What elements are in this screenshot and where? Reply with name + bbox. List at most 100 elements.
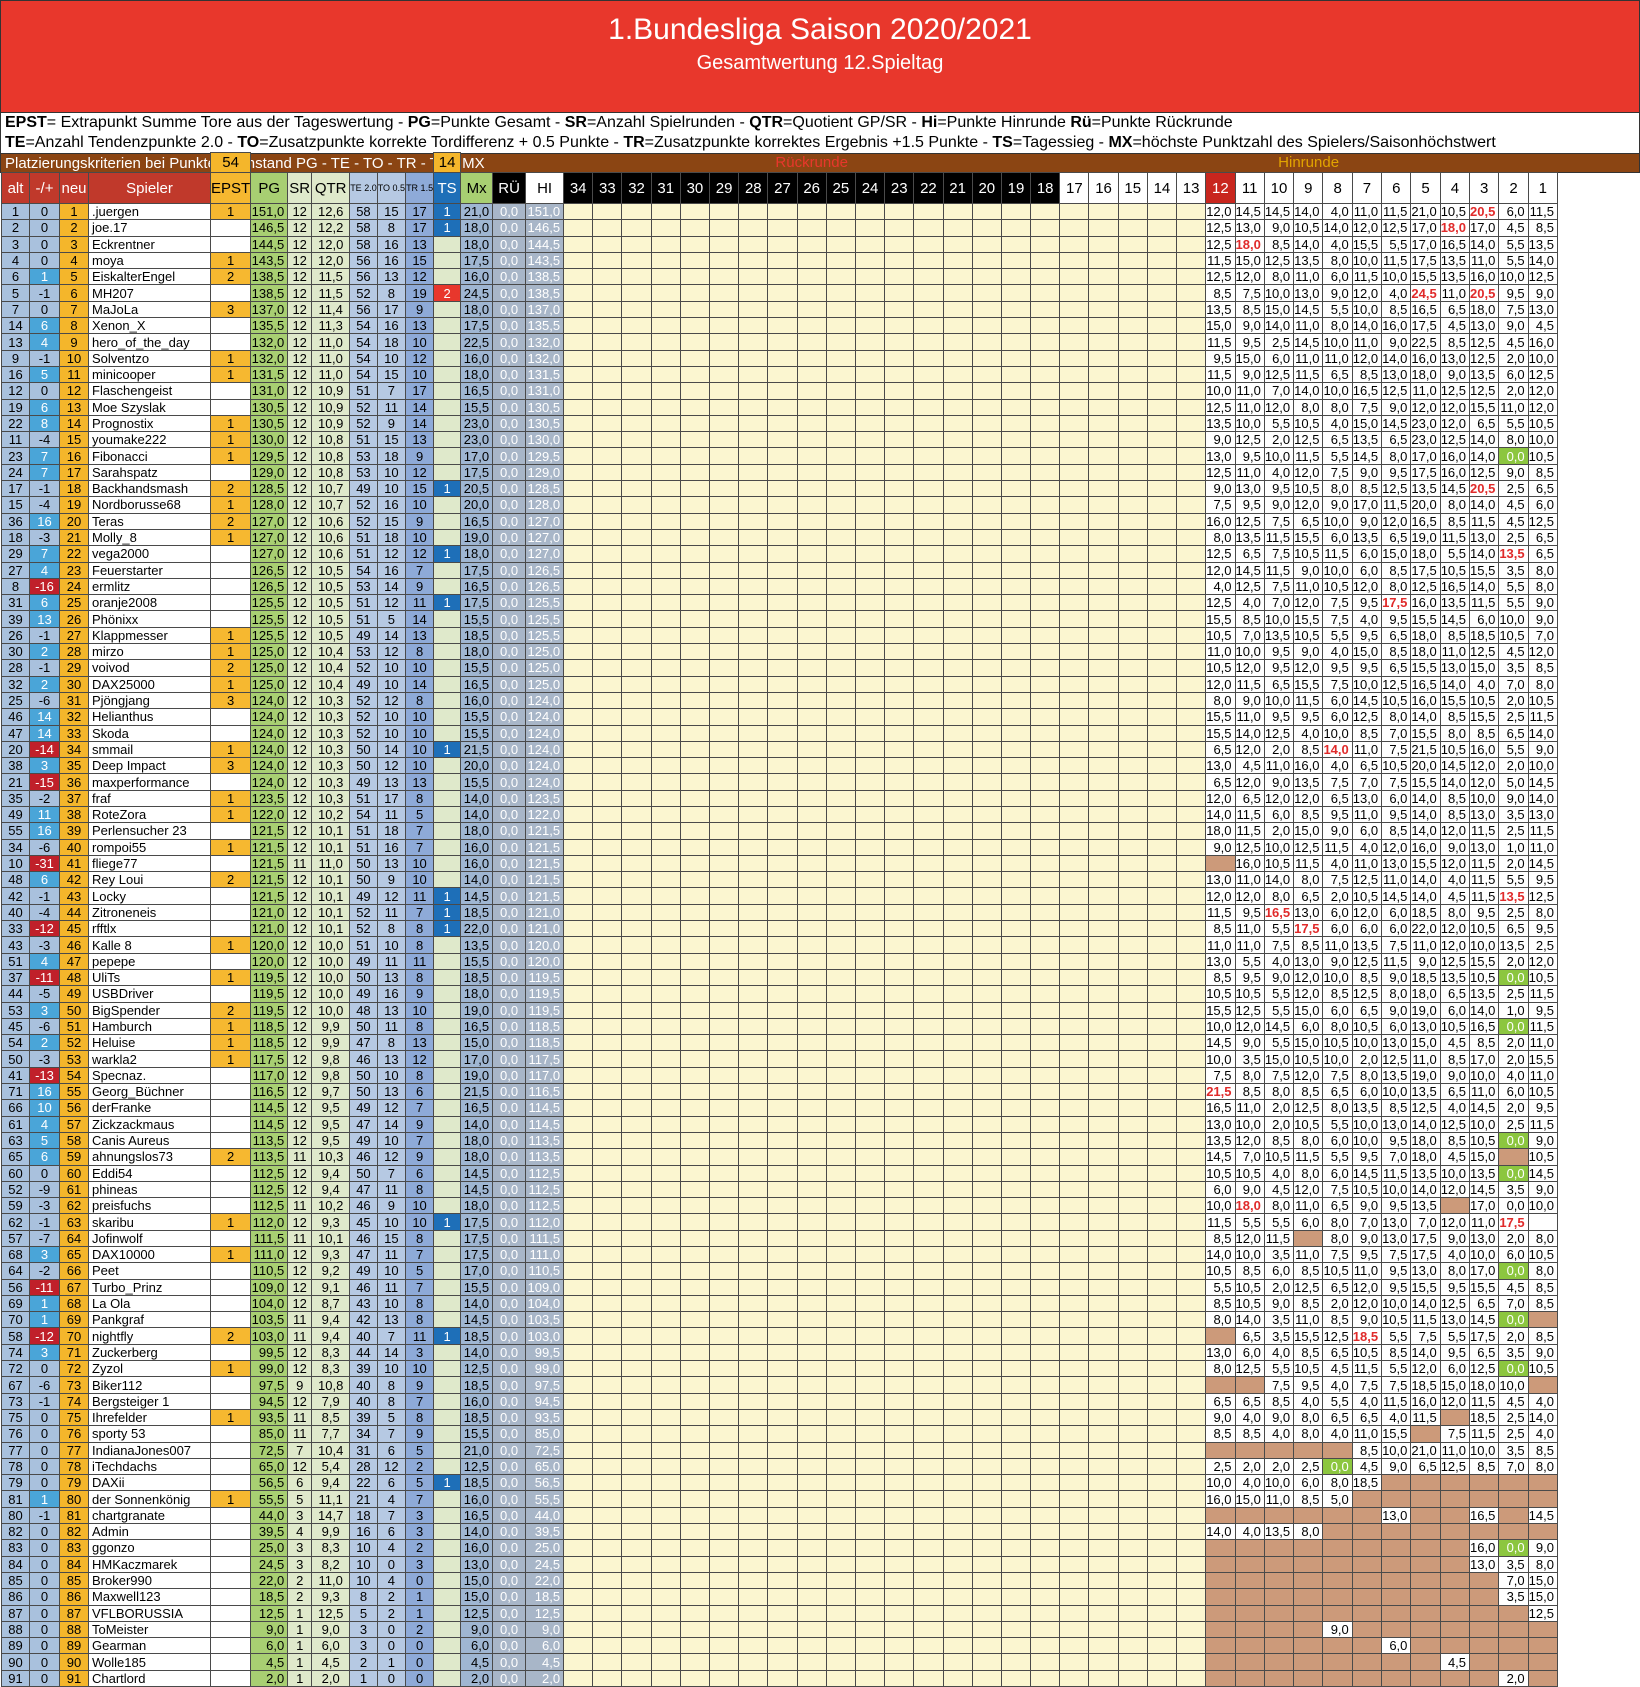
matchday-score: 2,0	[1498, 952, 1529, 970]
rank-change: 1	[29, 268, 60, 286]
rueckrunde-empty-cell	[884, 1229, 915, 1248]
rueckrunde-empty-cell	[796, 1115, 827, 1133]
rueckrunde-empty-cell	[767, 202, 798, 221]
table-row: 87 0 87 VFLBORUSSIA 12,5 1 12,5 5 2 1 12,5 0,0 12,5 1…	[1, 1604, 1558, 1622]
matchday-score: 14,5	[1351, 691, 1383, 710]
matchday-score: 8,0	[1527, 1229, 1558, 1248]
matchday-score: 14,5	[1351, 1164, 1383, 1182]
matchday-score: 9,5	[1381, 1278, 1412, 1296]
rueckrunde-empty-cell	[913, 854, 944, 873]
matchday-score: 13,0	[1381, 1506, 1412, 1525]
matchday-score: 15,5	[1205, 610, 1236, 628]
matchday-score: 8,5	[1381, 561, 1412, 579]
old-rank: 66	[1, 1099, 30, 1117]
matchday-score: 5,5	[1322, 1115, 1353, 1133]
matchday-score: 8,0	[1322, 251, 1353, 270]
rueckrunde-empty-cell	[1030, 1474, 1061, 1492]
exact-result-points: 15	[405, 251, 435, 270]
matchday-score: 9,0	[1263, 496, 1295, 514]
matchday-score: 12,0	[1439, 920, 1471, 938]
hinrunde-future-cell	[1176, 1539, 1207, 1557]
matchday-score: 4,0	[1205, 577, 1236, 596]
daily-wins	[433, 610, 462, 628]
rueckrunde-empty-cell	[796, 1327, 827, 1345]
rueckrunde-empty-cell	[884, 1360, 915, 1378]
rounds-played: 12	[287, 219, 313, 237]
rueckrunde-empty-cell	[884, 1392, 915, 1410]
rueckrunde-empty-cell	[738, 887, 769, 905]
matchday-score: 9,5	[1351, 1148, 1383, 1166]
rueckrunde-empty-cell	[884, 822, 915, 840]
points-quotient: 11,3	[311, 317, 351, 335]
rueckrunde-empty-cell	[913, 691, 944, 710]
rueckrunde-points: 0,0	[492, 1083, 527, 1101]
rueckrunde-empty-cell	[1030, 708, 1061, 726]
rueckrunde-empty-cell	[592, 887, 623, 905]
rueckrunde-empty-cell	[592, 463, 623, 482]
points-quotient: 2,0	[311, 1669, 351, 1687]
rank-change: -3	[29, 528, 60, 547]
matchday-score	[1263, 1653, 1295, 1671]
rueckrunde-empty-cell	[767, 1213, 798, 1231]
matchday-score: 13,0	[1527, 300, 1558, 319]
hinrunde-future-cell	[1146, 382, 1178, 400]
matchday-score: 5,5	[1263, 1360, 1295, 1378]
max-points: 16,0	[460, 1392, 494, 1410]
max-points: 16,5	[460, 1017, 494, 1036]
rank-change: -9	[29, 1180, 60, 1199]
table-row: 43 -3 46 Kalle 8 1 120,0 12 10,0 51 10 8 13,5 0,0 120…	[1, 936, 1558, 954]
matchday-header: 3	[1469, 172, 1500, 204]
hinrunde-future-cell	[1117, 1490, 1148, 1508]
rueckrunde-empty-cell	[1000, 871, 1032, 889]
matchday-score: 10,5	[1293, 219, 1324, 237]
tendency-points: 42	[349, 1311, 378, 1329]
new-rank: 14	[59, 414, 89, 433]
points-quotient: 9,5	[311, 1115, 351, 1133]
hinrunde-future-cell	[1088, 838, 1119, 856]
matchday-score: 12,5	[1527, 268, 1558, 286]
epst-value: 1	[209, 643, 252, 661]
total-points: 143,5	[250, 251, 289, 270]
rueckrunde-empty-cell	[709, 1604, 740, 1622]
hinrunde-future-cell	[1088, 1457, 1119, 1476]
old-rank: 13	[1, 333, 30, 351]
matchday-score: 12,5	[1322, 1327, 1353, 1345]
matchday-score: 0,0	[1498, 1539, 1529, 1557]
player-name: Specnaz.	[88, 1066, 211, 1085]
matchday-header: 17	[1059, 172, 1090, 204]
matchday-score: 10,5	[1351, 1180, 1383, 1199]
daily-wins	[433, 675, 462, 693]
tendency-points: 52	[349, 708, 378, 726]
points-quotient: 11,1	[311, 1490, 351, 1508]
matchday-score: 9,0	[1351, 512, 1383, 530]
matchday-score: 4,0	[1263, 1164, 1295, 1182]
matchday-score: 24,5	[1410, 284, 1441, 302]
rueckrunde-empty-cell	[1030, 349, 1061, 367]
hinrunde-future-cell	[1146, 268, 1178, 286]
matchday-score	[1439, 1669, 1471, 1687]
rueckrunde-empty-cell	[709, 1474, 740, 1492]
max-points: 22,0	[460, 920, 494, 938]
exact-result-points: 13	[405, 317, 435, 335]
rueckrunde-empty-cell	[592, 1213, 623, 1231]
matchday-score: 4,5	[1439, 1148, 1471, 1166]
rueckrunde-empty-cell	[679, 512, 711, 530]
goal-diff-points: 12	[376, 691, 407, 710]
rueckrunde-empty-cell	[942, 447, 973, 465]
hinrunde-future-cell	[1176, 920, 1207, 938]
rueckrunde-empty-cell	[621, 659, 652, 677]
goal-diff-points: 15	[376, 512, 407, 530]
hinrunde-future-cell	[1088, 333, 1119, 351]
matchday-score: 6,0	[1263, 805, 1295, 824]
goal-diff-points: 10	[376, 1262, 407, 1280]
matchday-score: 6,0	[1351, 822, 1383, 840]
rueckrunde-empty-cell	[913, 1392, 944, 1410]
hinrunde-points: 117,5	[525, 1050, 565, 1068]
new-rank: 90	[59, 1653, 89, 1671]
rueckrunde-empty-cell	[1000, 1441, 1032, 1459]
daily-wins	[433, 1229, 462, 1248]
rueckrunde-empty-cell	[621, 463, 652, 482]
epst-value	[209, 1539, 252, 1557]
col-header-neu: neu	[59, 172, 89, 204]
rueckrunde-empty-cell	[825, 643, 856, 661]
